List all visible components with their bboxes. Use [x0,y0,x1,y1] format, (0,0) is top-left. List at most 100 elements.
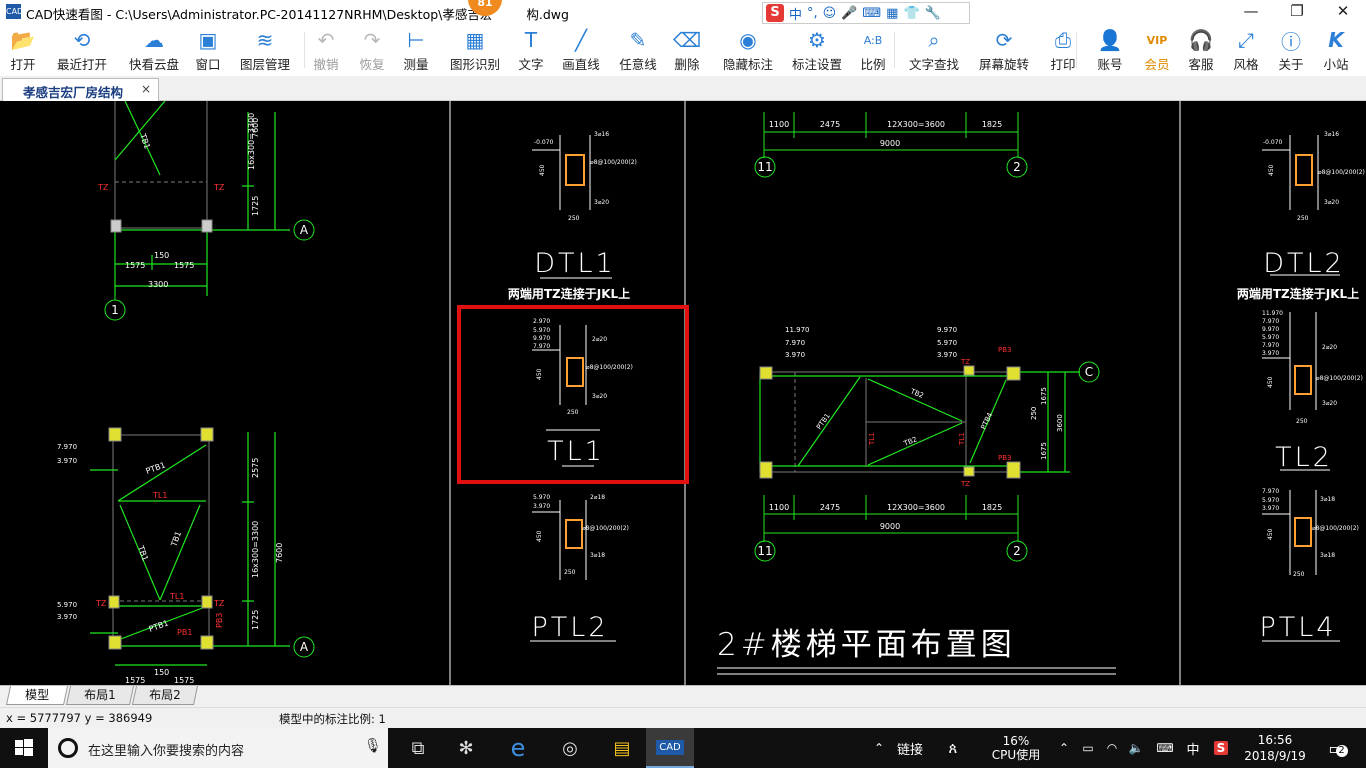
window-button[interactable]: ▣ 窗口 [188,26,228,74]
svg-text:12X300=3600: 12X300=3600 [887,503,945,512]
task-view-icon[interactable]: ⧉ [394,728,442,768]
shape-button[interactable]: ▦ 图形识别 [446,26,504,74]
chevron-up-icon[interactable]: ⌃ [1054,728,1074,768]
layout-tab-layout2[interactable]: 布局2 [131,686,199,705]
style-icon: ⤢ [1238,28,1254,52]
taskbar-search[interactable]: 在这里输入你要搜索的内容 🎙 [48,728,388,768]
line-label: 画直线 [562,57,600,72]
drawing-canvas[interactable]: TZ TZ TB1 16x300=3300 7600 1725 1575 150… [0,101,1366,685]
cloud-button[interactable]: ☁ 快看云盘 [122,26,186,74]
svg-text:3⌀18: 3⌀18 [590,552,605,559]
clock[interactable]: 16:56 2018/9/19 [1240,728,1310,768]
svg-text:450: 450 [1267,376,1274,388]
pinwheel-app-icon[interactable]: ✻ [442,728,490,768]
undo-button[interactable]: ↶ 撤销 [306,26,346,74]
notes-app-icon[interactable]: ▤ [598,728,646,768]
service-button[interactable]: 🎧 客服 [1180,26,1222,74]
axis-a-top: A [300,223,309,237]
input-language[interactable]: 中 [1182,728,1204,768]
ime-toolbar[interactable]: S 中 °, ☺ 🎤 ⌨ ▦ 👕 🔧 [762,2,970,24]
textfind-button[interactable]: ⌕ 文字查找 [906,26,962,74]
svg-text:⌀8@100/200(2): ⌀8@100/200(2) [590,159,637,166]
cloud-icon: ☁ [144,28,164,52]
svg-text:PB1: PB1 [177,628,192,637]
measure-button[interactable]: ⊢ 测量 [394,26,438,74]
cad-viewer-task-icon[interactable]: CAD [646,728,694,768]
line-button[interactable]: ╱ 画直线 [556,26,606,74]
sogou-logo-icon[interactable]: S [766,4,784,22]
status-bar: x = 5777797 y = 386949 模型中的标注比例: 1 [0,707,1366,728]
close-button[interactable]: ✕ [1320,0,1366,24]
sogou-tray-icon[interactable]: S [1210,728,1232,768]
text-button[interactable]: T 文字 [512,26,550,74]
people-icon[interactable]: ጰ [938,728,968,768]
text-label: 文字 [518,57,544,72]
svg-text:3.970: 3.970 [57,613,77,621]
mic-icon[interactable]: 🎤 [841,6,857,21]
notification-center-icon[interactable]: ▭2 [1318,728,1358,768]
svg-text:TB1: TB1 [136,544,150,563]
svg-text:450: 450 [1268,164,1275,176]
annotation-scale: 模型中的标注比例: 1 [279,712,386,726]
recent-button[interactable]: ⟲ 最近打开 [46,26,118,74]
svg-text:250: 250 [1296,418,1308,425]
browser-app-icon[interactable]: ◎ [546,728,594,768]
layout-tab-layout1[interactable]: 布局1 [65,686,135,705]
document-tab[interactable]: 孝感吉宏厂房结构 × [2,78,159,101]
ime-mode[interactable]: 中 [789,4,802,23]
text-icon: T [524,28,538,52]
redo-button[interactable]: ↷ 恢复 [352,26,392,74]
svg-text:1825: 1825 [982,503,1002,512]
svg-text:5.970: 5.970 [57,601,77,609]
section-details-right: -0.070 3⌀16 ⌀8@100/200(2) 3⌀20 450 250 1… [1237,131,1365,643]
vip-button[interactable]: VIP 会员 [1138,26,1176,74]
eraser-icon: ⌫ [672,28,702,52]
link-label[interactable]: 链接 [890,728,930,768]
account-button[interactable]: 👤 账号 [1088,26,1132,74]
shirt-icon[interactable]: 👕 [903,6,919,21]
layers-button[interactable]: ≋ 图层管理 [232,26,298,74]
svg-text:250: 250 [568,215,580,222]
cad-drawing[interactable]: TZ TZ TB1 16x300=3300 7600 1725 1575 150… [0,101,1366,685]
svg-text:3.970: 3.970 [785,351,805,359]
wifi-icon[interactable]: ◠ [1102,728,1122,768]
dimset-button[interactable]: ⚙ 标注设置 [784,26,850,74]
scale-button[interactable]: A:B 比例 [850,26,896,74]
rotate-button[interactable]: ⟳ 屏幕旋转 [972,26,1036,74]
erase-button[interactable]: ⌫ 删除 [664,26,710,74]
restore-button[interactable]: ❐ [1274,0,1320,24]
cpu-percent: 16% [1002,734,1030,748]
layout-tab-model[interactable]: 模型 [5,686,69,705]
ime-punct[interactable]: °, [807,6,818,21]
style-button[interactable]: ⤢ 风格 [1226,26,1266,74]
battery-icon[interactable]: ▭ [1078,728,1098,768]
grid-icon[interactable]: ▦ [886,6,898,21]
cpu-usage[interactable]: 16% CPU使用 [986,728,1046,768]
hide-button[interactable]: ◉ 隐藏标注 [716,26,780,74]
svg-text:TL1: TL1 [868,432,876,446]
section-details-middle: -0.070 3⌀16 ⌀8@100/200(2) 3⌀20 450 250 D… [457,131,689,643]
wrench-icon[interactable]: 🔧 [925,6,941,21]
start-button[interactable] [0,728,48,768]
tray-expand-icon[interactable]: ⌃ [870,728,888,768]
svg-text:TZ: TZ [213,599,225,608]
site-button[interactable]: K 小站 [1314,26,1358,74]
print-button[interactable]: ⎙ 打印 [1040,26,1086,74]
window-title-prefix: CAD快速看图 - C:\Users\Administrator.PC-2014… [26,7,493,22]
cursor-coordinates: x = 5777797 y = 386949 [6,711,153,725]
keyboard-icon[interactable]: ⌨ [1152,728,1178,768]
minimize-button[interactable]: — [1228,0,1274,24]
volume-icon[interactable]: 🔈 [1126,728,1146,768]
shape-recognize-icon: ▦ [465,28,485,52]
close-tab-icon[interactable]: × [141,82,151,96]
emoji-icon[interactable]: ☺ [823,6,837,21]
keyboard-icon[interactable]: ⌨ [862,6,881,21]
open-button[interactable]: 📂 打开 [0,26,46,74]
mic-icon[interactable]: 🎙 [364,738,382,754]
svg-text:PTB1: PTB1 [145,460,167,475]
ie-browser-icon[interactable]: e [494,728,542,768]
svg-text:⌀8@100/200(2): ⌀8@100/200(2) [1316,375,1363,382]
freeline-button[interactable]: ✎ 任意线 [612,26,664,74]
about-button[interactable]: ⓘ 关于 [1270,26,1312,74]
svg-text:TZ: TZ [960,480,970,488]
